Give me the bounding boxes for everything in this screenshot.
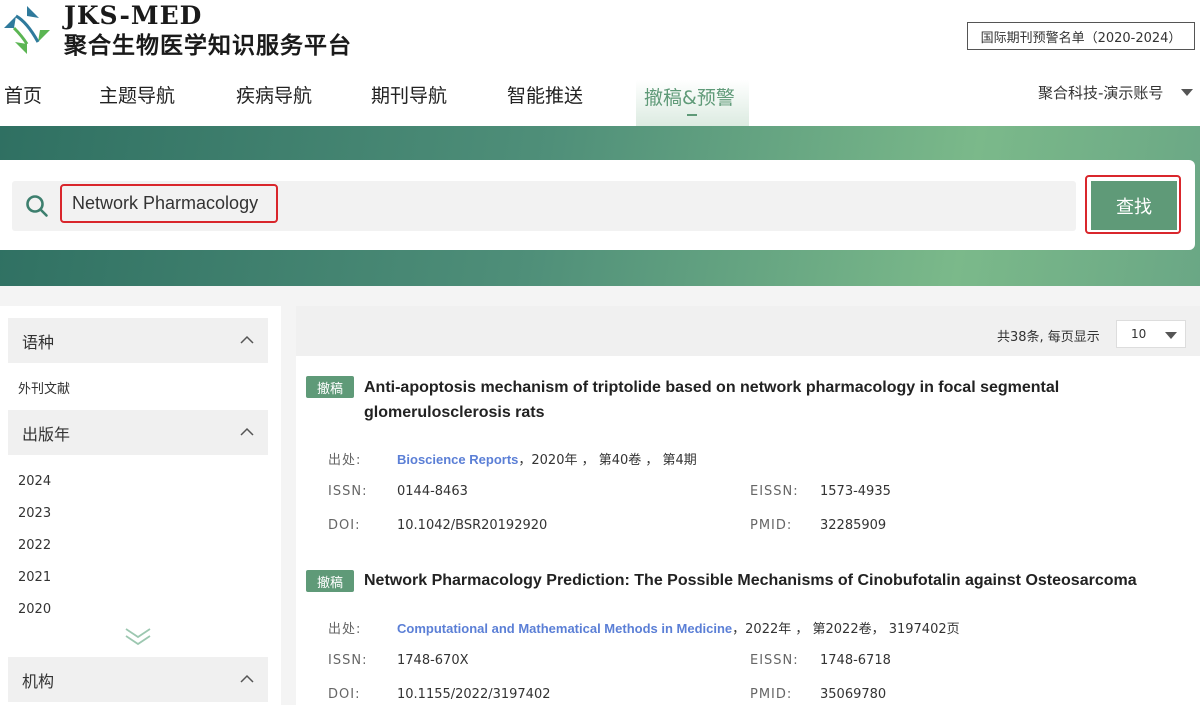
facet-option[interactable]: 2024: [18, 474, 51, 490]
search-button[interactable]: 查找: [1091, 181, 1177, 230]
facet-option[interactable]: 2020: [18, 602, 51, 618]
nav-item-push[interactable]: 智能推送: [507, 84, 583, 108]
chevron-down-icon: [1181, 89, 1194, 96]
chevron-up-icon: [240, 674, 254, 683]
logo-title-cn: 聚合生物医学知识服务平台: [64, 32, 352, 59]
search-input[interactable]: [60, 184, 278, 223]
facet-title: 语种: [22, 332, 55, 352]
source-label: 出处:: [328, 453, 362, 468]
source-detail: ，2022年 ， 第2022卷， 3197402页: [732, 622, 960, 637]
page-size-select[interactable]: 10: [1116, 320, 1186, 348]
article-title[interactable]: Anti-apoptosis mechanism of triptolide b…: [364, 375, 1154, 425]
facet-title: 机构: [22, 671, 55, 691]
logo-icon[interactable]: [2, 4, 52, 56]
page-size-value: 10: [1131, 327, 1147, 341]
chevron-up-icon: [240, 335, 254, 344]
source-label: 出处:: [328, 622, 362, 637]
nav-item-topics[interactable]: 主题导航: [99, 84, 175, 108]
source-detail: ，2020年 ， 第40卷 ， 第4期: [518, 453, 697, 468]
main-nav: 首页 主题导航 疾病导航 期刊导航 智能推送 撤稿&预警: [0, 76, 1200, 126]
eissn-label: EISSN:: [750, 653, 799, 668]
doi-label: DOI:: [328, 518, 361, 533]
search-icon: [26, 195, 48, 217]
warning-list-button[interactable]: 国际期刊预警名单（2020-2024）: [967, 22, 1195, 50]
facet-language-header[interactable]: 语种: [8, 318, 268, 363]
pmid-label: PMID:: [750, 687, 793, 702]
expand-more-icon[interactable]: [124, 626, 152, 646]
nav-item-journals[interactable]: 期刊导航: [371, 84, 447, 108]
facet-institution-header[interactable]: 机构: [8, 657, 268, 702]
journal-link[interactable]: Computational and Mathematical Methods i…: [397, 621, 732, 636]
pmid-value: 32285909: [820, 518, 887, 533]
nav-item-retraction[interactable]: 撤稿&预警: [644, 86, 735, 110]
doi-label: DOI:: [328, 687, 361, 702]
logo-title-en: JKS-MED: [64, 1, 203, 30]
nav-item-home[interactable]: 首页: [4, 84, 42, 108]
doi-value: 10.1155/2022/3197402: [397, 687, 551, 702]
pmid-value: 35069780: [820, 687, 887, 702]
journal-link[interactable]: Bioscience Reports: [397, 452, 518, 467]
facet-title: 出版年: [22, 424, 71, 444]
account-menu[interactable]: 聚合科技-演示账号: [1038, 82, 1194, 103]
result-count: 共38条, 每页显示: [997, 330, 1100, 345]
facet-year-header[interactable]: 出版年: [8, 410, 268, 455]
source-value: Bioscience Reports，2020年 ， 第40卷 ， 第4期: [397, 449, 697, 468]
eissn-label: EISSN:: [750, 484, 799, 499]
source-value: Computational and Mathematical Methods i…: [397, 618, 960, 637]
article-title[interactable]: Network Pharmacology Prediction: The Pos…: [364, 568, 1154, 593]
results-panel: [296, 306, 1200, 705]
issn-value: 1748-670X: [397, 653, 469, 668]
eissn-value: 1748-6718: [820, 653, 891, 668]
chevron-up-icon: [240, 427, 254, 436]
issn-value: 0144-8463: [397, 484, 468, 499]
facet-option[interactable]: 2021: [18, 570, 51, 586]
pmid-label: PMID:: [750, 518, 793, 533]
issn-label: ISSN:: [328, 653, 368, 668]
facet-option[interactable]: 2022: [18, 538, 51, 554]
issn-label: ISSN:: [328, 484, 368, 499]
eissn-value: 1573-4935: [820, 484, 891, 499]
nav-active-underline: [687, 114, 697, 116]
account-label: 聚合科技-演示账号: [1038, 84, 1164, 102]
doi-value: 10.1042/BSR20192920: [397, 518, 548, 533]
nav-item-diseases[interactable]: 疾病导航: [236, 84, 312, 108]
facet-option[interactable]: 2023: [18, 506, 51, 522]
retraction-badge: 撤稿: [306, 376, 354, 398]
chevron-down-icon: [1165, 332, 1177, 339]
retraction-badge: 撤稿: [306, 570, 354, 592]
facet-option[interactable]: 外刊文献: [18, 382, 70, 398]
